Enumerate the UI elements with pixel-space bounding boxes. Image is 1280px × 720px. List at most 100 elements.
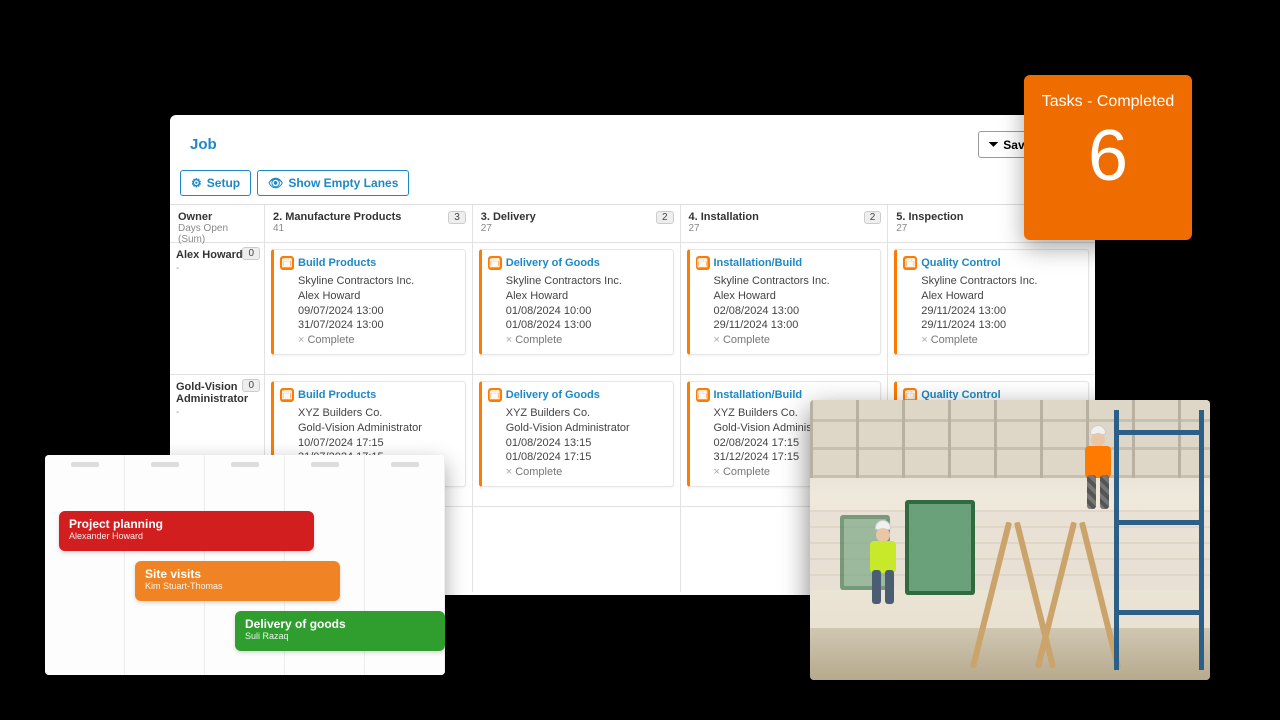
stage-sub: 41 (273, 223, 464, 234)
card-company: XYZ Builders Co. (506, 406, 665, 421)
card-date-start: 02/08/2024 13:00 (714, 304, 873, 319)
construction-worker (1080, 425, 1116, 511)
toolbar: Setup Show Empty Lanes (170, 166, 1095, 204)
card-date-start: 01/08/2024 13:15 (506, 436, 665, 451)
stage-count-badge: 3 (448, 211, 466, 224)
window-frame (905, 500, 975, 595)
card-owner: Gold-Vision Administrator (506, 421, 665, 436)
card-status: Complete (723, 334, 770, 346)
gantt-bar[interactable]: Site visitsKim Stuart-Thomas (135, 561, 340, 601)
gantt-bar[interactable]: Delivery of goodsSuli Razaq (235, 611, 445, 651)
stage-title: 3. Delivery (481, 211, 672, 223)
card-owner: Alex Howard (298, 289, 457, 304)
stage-title: 2. Manufacture Products (273, 211, 464, 223)
kanban-card[interactable]: 🗓 Quality Control Skyline Contractors Inc… (894, 249, 1089, 355)
gantt-bar-title: Delivery of goods (245, 617, 435, 631)
card-title: Delivery of Goods (506, 388, 600, 403)
gantt-column-header (285, 455, 364, 473)
close-icon: × (921, 334, 927, 346)
construction-photo (810, 400, 1210, 680)
page-title: Job (190, 136, 217, 153)
close-icon: × (506, 334, 512, 346)
stage-count-badge: 2 (864, 211, 882, 224)
setup-button[interactable]: Setup (180, 170, 251, 196)
calendar-icon: 🗓 (280, 388, 294, 402)
show-empty-lanes-button[interactable]: Show Empty Lanes (257, 170, 409, 196)
kanban-header: Job Save Filter (170, 115, 1095, 166)
stage-sub: 27 (481, 223, 672, 234)
calendar-icon: 🗓 (696, 256, 710, 270)
card-company: Skyline Contractors Inc. (506, 274, 665, 289)
gantt-bar-person: Suli Razaq (245, 631, 435, 641)
card-company: Skyline Contractors Inc. (298, 274, 457, 289)
kanban-card[interactable]: 🗓Build Products Skyline Contractors Inc.… (271, 249, 466, 355)
card-title: Installation/Build (714, 256, 803, 271)
card-owner: Alex Howard (714, 289, 873, 304)
gantt-bar[interactable]: Project planningAlexander Howard (59, 511, 314, 551)
stage-sub: 27 (689, 223, 880, 234)
owner-row: Alex Howard - 0 (170, 243, 264, 375)
card-status: Complete (723, 466, 770, 478)
card-date-end: 29/11/2024 13:00 (921, 318, 1080, 333)
owner-header-title: Owner (178, 211, 256, 223)
owner-sub: - (176, 407, 258, 418)
calendar-icon: 🗓 (488, 388, 502, 402)
stage-header: 3. Delivery 27 2 (473, 205, 680, 243)
card-date-start: 01/08/2024 10:00 (506, 304, 665, 319)
gantt-column-header (125, 455, 204, 473)
scaffold (1114, 410, 1204, 670)
card-date-end: 29/11/2024 13:00 (714, 318, 873, 333)
kanban-cell[interactable]: 🗓 Delivery of Goods XYZ Builders Co. Gold… (473, 375, 680, 507)
card-company: Skyline Contractors Inc. (921, 274, 1080, 289)
kanban-cell[interactable]: 🗓Build Products Skyline Contractors Inc.… (265, 243, 472, 375)
stage-count-badge: 2 (656, 211, 674, 224)
card-title: Delivery of Goods (506, 256, 600, 271)
owner-column-header: Owner Days Open (Sum) (170, 205, 264, 243)
kanban-cell[interactable]: 🗓 Installation/Build Skyline Contractors … (681, 243, 888, 375)
kanban-card[interactable]: 🗓Delivery of Goods Skyline Contractors I… (479, 249, 674, 355)
card-owner: Alex Howard (506, 289, 665, 304)
kanban-card[interactable]: 🗓 Delivery of Goods XYZ Builders Co. Gold… (479, 381, 674, 487)
kanban-cell[interactable]: 🗓Delivery of Goods Skyline Contractors I… (473, 243, 680, 375)
construction-worker (865, 520, 901, 606)
close-icon: × (714, 466, 720, 478)
gantt-column-header (205, 455, 284, 473)
setup-label: Setup (207, 176, 240, 190)
calendar-icon: 🗓 (280, 256, 294, 270)
card-company: XYZ Builders Co. (298, 406, 457, 421)
kanban-card[interactable]: 🗓 Installation/Build Skyline Contractors … (687, 249, 882, 355)
card-date-end: 01/08/2024 17:15 (506, 450, 665, 465)
show-empty-label: Show Empty Lanes (288, 176, 398, 190)
stage-header: 2. Manufacture Products 41 3 (265, 205, 472, 243)
tasks-completed-tile[interactable]: Tasks - Completed 6 (1024, 75, 1192, 240)
stage-title: 4. Installation (689, 211, 880, 223)
calendar-icon: 🗓 (903, 256, 917, 270)
card-owner: Alex Howard (921, 289, 1080, 304)
card-status: Complete (515, 466, 562, 478)
owner-badge: 0 (242, 379, 260, 392)
card-date-start: 10/07/2024 17:15 (298, 436, 457, 451)
stage-header: 4. Installation 27 2 (681, 205, 888, 243)
card-title: Build Products (298, 388, 376, 403)
gantt-bar-person: Alexander Howard (69, 531, 304, 541)
calendar-icon: 🗓 (696, 388, 710, 402)
card-title: Quality Control (921, 256, 1000, 271)
gantt-bar-person: Kim Stuart-Thomas (145, 581, 330, 591)
card-status: Complete (515, 334, 562, 346)
gantt-panel: Project planningAlexander Howard Site vis… (45, 455, 445, 675)
card-date-end: 31/07/2024 13:00 (298, 318, 457, 333)
gantt-column (45, 455, 125, 675)
card-status: Complete (307, 334, 354, 346)
tile-title: Tasks - Completed (1042, 93, 1175, 111)
kanban-cell[interactable]: 🗓 Quality Control Skyline Contractors Inc… (888, 243, 1095, 375)
card-owner: Gold-Vision Administrator (298, 421, 457, 436)
filter-icon (989, 137, 999, 152)
card-company: Skyline Contractors Inc. (714, 274, 873, 289)
gantt-column-header (365, 455, 444, 473)
stage-column: 3. Delivery 27 2 🗓Delivery of Goods Skyl… (473, 205, 681, 592)
gantt-column-header (45, 455, 124, 473)
tile-value: 6 (1088, 115, 1128, 197)
gantt-bar-title: Site visits (145, 567, 330, 581)
owner-header-sub: Days Open (Sum) (178, 223, 256, 245)
owner-sub: - (176, 263, 258, 274)
